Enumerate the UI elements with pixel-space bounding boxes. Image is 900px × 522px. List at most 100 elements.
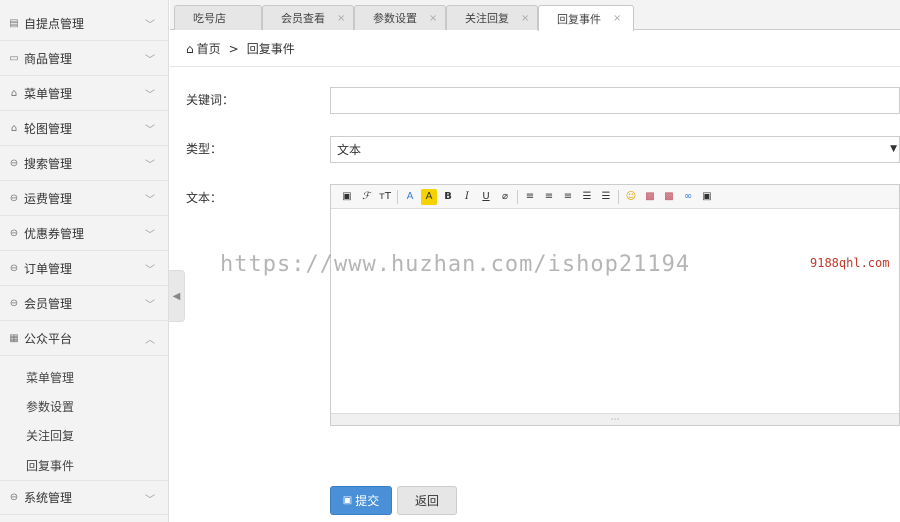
font-color-icon[interactable]: A <box>402 189 418 205</box>
unordered-list-icon[interactable]: ☰ <box>598 189 614 205</box>
underline-icon[interactable]: U <box>478 189 494 205</box>
sidebar-item-coupons[interactable]: ⊖ 优惠券管理 ﹀ <box>0 216 169 251</box>
sidebar-item-label: 公众平台 <box>24 331 73 346</box>
chevron-down-icon: ﹀ <box>145 495 155 506</box>
sidebar-item-label: 商品管理 <box>24 51 73 66</box>
watermark-url: https://www.huzhan.com/ishop21194 <box>220 252 691 277</box>
rich-text-editor: ▣ ℱ ᴛT A A B I U ⌀ ≡ ≡ ≡ ☰ ☰ ☺ ▩ ▩ ∞ ▣ ⋯ <box>330 184 900 426</box>
chevron-down-icon: ﹀ <box>145 20 155 31</box>
sidebar-subitem-params[interactable]: 参数设置 <box>26 398 74 415</box>
breadcrumb-home[interactable]: 首页 <box>197 40 221 57</box>
tab-reply-event[interactable]: 回复事件 × <box>538 5 634 31</box>
caret-down-icon: ▼ <box>890 144 897 154</box>
close-icon[interactable]: × <box>613 13 621 24</box>
breadcrumb-separator: > <box>228 41 239 56</box>
circle-icon: ⊖ <box>9 262 19 274</box>
align-center-icon[interactable]: ≡ <box>541 189 557 205</box>
sidebar-subitem-menu[interactable]: 菜单管理 <box>26 369 74 386</box>
sidebar-item-label: 自提点管理 <box>24 16 85 31</box>
sidebar: ▤ 自提点管理 ﹀ ▭ 商品管理 ﹀ ⌂ 菜单管理 ﹀ ⌂ 轮图管理 ﹀ ⊖ 搜… <box>0 0 169 522</box>
type-label: 类型： <box>186 142 223 156</box>
image-icon[interactable]: ▩ <box>642 189 658 205</box>
chevron-down-icon: ﹀ <box>145 265 155 276</box>
circle-icon: ⊖ <box>9 297 19 309</box>
emoji-icon[interactable]: ☺ <box>623 189 639 205</box>
sidebar-item-label: 优惠券管理 <box>24 226 85 241</box>
breadcrumb: ⌂ 首页 > 回复事件 <box>186 40 295 57</box>
editor-content[interactable] <box>331 209 899 413</box>
source-icon[interactable]: ▣ <box>339 189 355 205</box>
close-icon[interactable]: × <box>521 13 529 24</box>
align-left-icon[interactable]: ≡ <box>522 189 538 205</box>
home-icon: ⌂ <box>186 41 194 56</box>
sidebar-collapse-handle[interactable]: ◀ <box>169 270 185 322</box>
tab-label: 关注回复 <box>465 12 509 25</box>
type-select[interactable]: 文本 ▼ <box>330 136 900 163</box>
back-button[interactable]: 返回 <box>397 486 457 515</box>
toolbar-divider <box>618 189 619 204</box>
toolbar-divider <box>517 189 518 204</box>
keyword-label: 关键词： <box>186 93 235 107</box>
sidebar-item-label: 订单管理 <box>24 261 73 276</box>
sidebar-item-label: 会员管理 <box>24 296 73 311</box>
link-icon[interactable]: ∞ <box>680 189 696 205</box>
tab-label: 回复事件 <box>557 12 601 26</box>
sidebar-item-label: 轮图管理 <box>24 121 73 136</box>
chevron-left-icon: ◀ <box>172 290 181 302</box>
circle-icon: ⊖ <box>9 192 19 204</box>
editor-resize-handle[interactable]: ⋯ <box>331 413 899 425</box>
store-icon: ▤ <box>9 17 19 29</box>
toolbar-divider <box>397 189 398 204</box>
circle-icon: ⊖ <box>9 157 19 169</box>
tab-member-view[interactable]: 会员查看 × <box>262 5 354 30</box>
text-label: 文本： <box>186 191 223 205</box>
circle-icon: ⊖ <box>9 227 19 239</box>
tab-params[interactable]: 参数设置 × <box>354 5 446 30</box>
italic-icon[interactable]: I <box>459 189 475 205</box>
breadcrumb-current: 回复事件 <box>246 42 295 56</box>
font-size-icon[interactable]: ᴛT <box>377 189 393 205</box>
sidebar-item-products[interactable]: ▭ 商品管理 ﹀ <box>0 41 169 76</box>
chevron-down-icon: ﹀ <box>145 195 155 206</box>
bag-icon: ⌂ <box>10 87 18 99</box>
bold-icon[interactable]: B <box>440 189 456 205</box>
sidebar-subitem-reply-event[interactable]: 回复事件 <box>26 457 74 474</box>
sidebar-item-pickup[interactable]: ▤ 自提点管理 ﹀ <box>0 6 169 41</box>
sidebar-item-system[interactable]: ⊖ 系统管理 ﹀ <box>0 480 169 515</box>
sidebar-item-orders[interactable]: ⊖ 订单管理 ﹀ <box>0 251 169 286</box>
chevron-down-icon: ﹀ <box>145 90 155 101</box>
submit-label: 提交 <box>355 494 380 508</box>
tab-label: 吃号店 <box>193 12 226 25</box>
sidebar-item-members[interactable]: ⊖ 会员管理 ﹀ <box>0 286 169 321</box>
font-family-icon[interactable]: ℱ <box>358 189 374 205</box>
sidebar-item-carousel[interactable]: ⌂ 轮图管理 ﹀ <box>0 111 169 146</box>
sidebar-item-public-platform[interactable]: ▦ 公众平台 ︿ <box>0 321 169 356</box>
sidebar-item-label: 搜索管理 <box>24 156 73 171</box>
multi-image-icon[interactable]: ▩ <box>661 189 677 205</box>
sidebar-subitem-follow-reply[interactable]: 关注回复 <box>26 427 74 444</box>
ordered-list-icon[interactable]: ☰ <box>579 189 595 205</box>
close-icon[interactable]: × <box>337 13 345 24</box>
sidebar-item-menu[interactable]: ⌂ 菜单管理 ﹀ <box>0 76 169 111</box>
chevron-down-icon: ﹀ <box>145 125 155 136</box>
chevron-up-icon: ︿ <box>145 335 155 346</box>
fullscreen-icon[interactable]: ▣ <box>699 189 715 205</box>
sidebar-item-label: 运费管理 <box>24 191 73 206</box>
chevron-down-icon: ﹀ <box>145 300 155 311</box>
sidebar-item-search[interactable]: ⊖ 搜索管理 ﹀ <box>0 146 169 181</box>
close-icon[interactable]: × <box>429 13 437 24</box>
tab-follow-reply[interactable]: 关注回复 × <box>446 5 538 30</box>
sidebar-item-label: 系统管理 <box>24 491 73 505</box>
tab-bar: 吃号店 会员查看 × 参数设置 × 关注回复 × 回复事件 × <box>170 0 900 31</box>
align-right-icon[interactable]: ≡ <box>560 189 576 205</box>
clear-format-icon[interactable]: ⌀ <box>497 189 513 205</box>
keyword-input[interactable] <box>330 87 900 114</box>
chevron-down-icon: ﹀ <box>145 55 155 66</box>
highlight-icon[interactable]: A <box>421 188 437 205</box>
tab-store[interactable]: 吃号店 <box>174 5 262 30</box>
sidebar-item-shipping[interactable]: ⊖ 运费管理 ﹀ <box>0 181 169 216</box>
bag-icon: ⌂ <box>10 122 18 134</box>
submit-button[interactable]: ▣ 提交 <box>330 486 392 515</box>
sidebar-item-label: 菜单管理 <box>24 86 73 101</box>
back-label: 返回 <box>414 494 439 508</box>
